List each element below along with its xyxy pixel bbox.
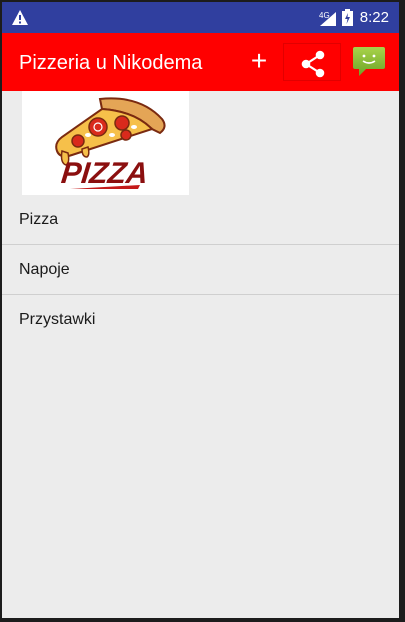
list-item-napoje[interactable]: Napoje bbox=[2, 245, 399, 295]
warning-icon bbox=[12, 10, 28, 25]
list-item-przystawki[interactable]: Przystawki bbox=[2, 295, 399, 344]
status-bar: 4G 8:22 bbox=[2, 2, 399, 33]
share-button[interactable] bbox=[283, 43, 341, 81]
message-button[interactable] bbox=[352, 45, 386, 79]
logo-text: PIZZA bbox=[60, 157, 150, 190]
app-title: Pizzeria u Nikodema bbox=[19, 52, 203, 74]
list-item-label: Napoje bbox=[19, 261, 70, 278]
menu-list: Pizza Napoje Przystawki bbox=[2, 195, 399, 344]
app-bar: Pizzeria u Nikodema + bbox=[2, 33, 399, 91]
list-item-label: Przystawki bbox=[19, 311, 96, 328]
battery-icon bbox=[342, 9, 353, 26]
share-icon bbox=[301, 50, 325, 78]
device-screen: 4G 8:22 Pizzeria u Nikodema + PIZZA Pizz… bbox=[2, 2, 399, 618]
status-time: 8:22 bbox=[359, 9, 389, 26]
pizza-slice-image: PIZZA bbox=[55, 97, 166, 190]
pizza-logo: PIZZA bbox=[22, 91, 189, 195]
add-button[interactable]: + bbox=[245, 47, 273, 75]
add-icon: + bbox=[250, 45, 268, 76]
signal-4g-icon: 4G bbox=[319, 11, 336, 26]
list-item-label: Pizza bbox=[19, 211, 59, 228]
message-icon bbox=[353, 47, 385, 76]
network-type-label: 4G bbox=[319, 11, 330, 20]
list-item-pizza[interactable]: Pizza bbox=[2, 195, 399, 245]
